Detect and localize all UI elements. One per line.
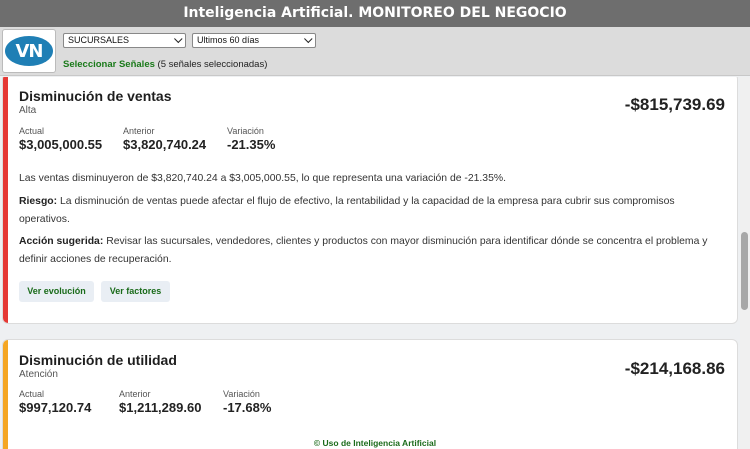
severity-level: Atención — [19, 369, 58, 380]
signals-count: (5 señales seleccionadas) — [157, 59, 268, 70]
severity-bar — [3, 77, 8, 323]
metric-value: $997,120.74 — [19, 400, 92, 415]
metric-value: $3,005,000.55 — [19, 137, 103, 152]
metric-label: Variación — [223, 389, 260, 399]
severity-bar — [3, 340, 8, 449]
signals-selector: Seleccionar Señales (5 señales seleccion… — [63, 59, 267, 70]
branch-select-value: SUCURSALES — [68, 35, 130, 45]
risk-label: Riesgo: — [19, 196, 58, 207]
metric-value: $1,211,289.60 — [119, 400, 202, 415]
app-title: Inteligencia Artificial. MONITOREO DEL N… — [0, 0, 750, 27]
signals-list[interactable]: Disminución de ventas Alta -$815,739.69 … — [0, 77, 740, 449]
metric-value: -17.68% — [223, 400, 272, 415]
metric-variation: Variación -21.35% — [227, 126, 275, 152]
logo-mark: VN — [5, 36, 53, 66]
metric-actual: Actual $997,120.74 — [19, 389, 91, 415]
logo: VN — [2, 29, 56, 73]
action-text: Revisar las sucursales, vendedores, clie… — [19, 236, 708, 265]
metric-previous: Anterior $3,820,740.24 — [123, 126, 206, 152]
card-risk: Riesgo: La disminución de ventas puede a… — [19, 193, 719, 229]
period-select[interactable]: Ultimos 60 días — [192, 33, 316, 48]
view-factors-button[interactable]: Ver factores — [101, 281, 170, 302]
metric-label: Anterior — [119, 389, 151, 399]
action-label: Acción sugerida: — [19, 236, 104, 247]
ai-usage-footer[interactable]: © Uso de Inteligencia Artificial — [0, 438, 750, 448]
signal-card-sales: Disminución de ventas Alta -$815,739.69 … — [2, 77, 738, 324]
card-amount: -$214,168.86 — [624, 359, 725, 378]
card-action: Acción sugerida: Revisar las sucursales,… — [19, 233, 719, 269]
severity-level: Alta — [19, 105, 37, 116]
metric-variation: Variación -17.68% — [223, 389, 271, 415]
card-amount: -$815,739.69 — [624, 95, 725, 114]
metric-label: Anterior — [123, 126, 155, 136]
metric-previous: Anterior $1,211,289.60 — [119, 389, 201, 415]
metric-value: $3,820,740.24 — [123, 137, 207, 152]
signal-card-profit: Disminución de utilidad Atención -$214,1… — [2, 339, 738, 449]
view-evolution-button[interactable]: Ver evolución — [19, 281, 94, 302]
chevron-down-icon — [174, 34, 183, 44]
metric-label: Actual — [19, 126, 45, 136]
metric-value: -21.35% — [227, 137, 276, 152]
metric-label: Variación — [227, 126, 264, 136]
branch-select[interactable]: SUCURSALES — [63, 33, 186, 48]
card-title: Disminución de ventas — [19, 88, 172, 104]
scrollbar-thumb[interactable] — [741, 232, 748, 310]
select-signals-link[interactable]: Seleccionar Señales — [63, 59, 155, 70]
card-title: Disminución de utilidad — [19, 352, 177, 368]
risk-text: La disminución de ventas puede afectar e… — [19, 196, 675, 225]
period-select-value: Ultimos 60 días — [197, 35, 260, 45]
metric-actual: Actual $3,005,000.55 — [19, 126, 102, 152]
metric-label: Actual — [19, 389, 45, 399]
chevron-down-icon — [304, 34, 313, 44]
card-summary: Las ventas disminuyeron de $3,820,740.24… — [19, 173, 506, 184]
toolbar: VN SUCURSALES Ultimos 60 días Selecciona… — [0, 27, 750, 76]
